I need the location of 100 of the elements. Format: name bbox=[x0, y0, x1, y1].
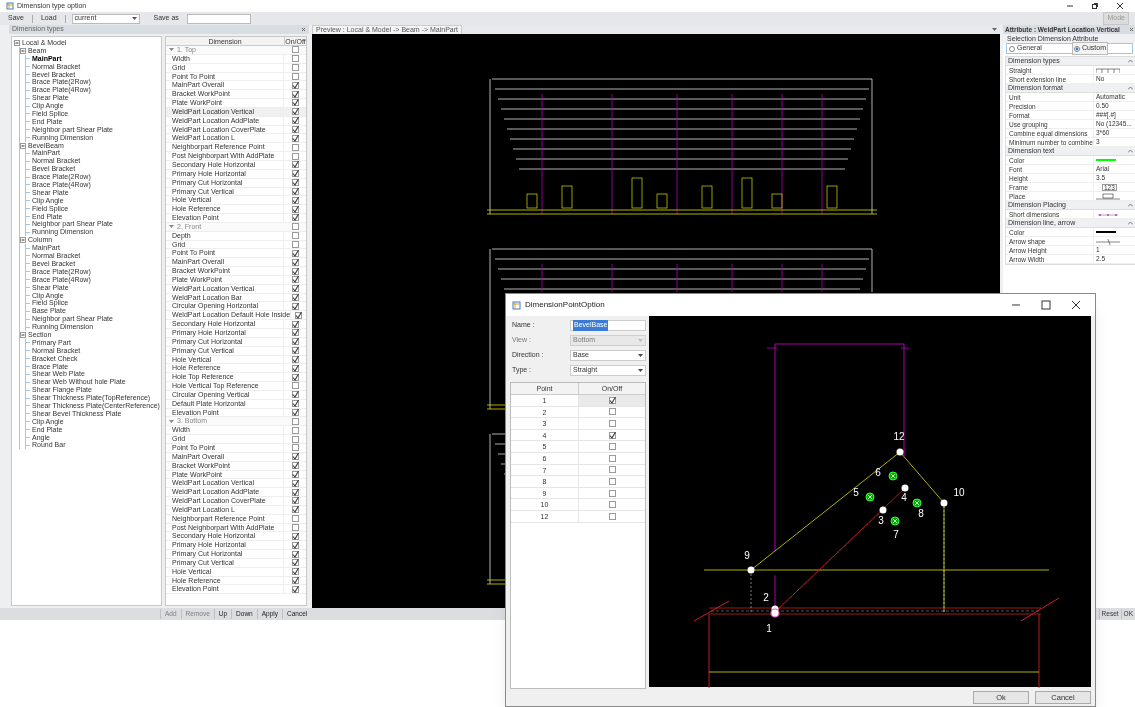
checkbox[interactable] bbox=[608, 431, 616, 439]
caret-icon bbox=[638, 368, 643, 373]
checkbox[interactable] bbox=[291, 453, 299, 461]
point-marker-icon bbox=[912, 498, 922, 508]
checkbox[interactable] bbox=[291, 267, 299, 275]
checkbox[interactable] bbox=[291, 479, 299, 487]
checkbox[interactable] bbox=[291, 364, 299, 372]
checkbox[interactable] bbox=[291, 223, 299, 231]
checkbox[interactable] bbox=[291, 488, 299, 496]
checkbox[interactable] bbox=[291, 338, 299, 346]
checkbox[interactable] bbox=[291, 470, 299, 478]
close-icon bbox=[1117, 3, 1123, 9]
checkbox[interactable] bbox=[291, 400, 299, 408]
checkbox[interactable] bbox=[291, 391, 299, 399]
collapse-icon[interactable] bbox=[20, 47, 26, 54]
checkbox[interactable] bbox=[608, 466, 616, 474]
checkbox[interactable] bbox=[608, 477, 616, 485]
checkbox[interactable] bbox=[291, 161, 299, 169]
checkbox[interactable] bbox=[291, 99, 299, 107]
point-label: 1 bbox=[766, 623, 772, 634]
checkbox[interactable] bbox=[291, 232, 299, 240]
collapse-icon[interactable] bbox=[20, 331, 26, 338]
point-marker-icon bbox=[879, 506, 887, 514]
checkbox[interactable] bbox=[291, 152, 299, 160]
minimize-icon bbox=[1067, 5, 1073, 7]
point-label: 5 bbox=[853, 487, 859, 498]
checkbox[interactable] bbox=[291, 524, 299, 531]
checkbox[interactable] bbox=[291, 276, 299, 284]
checkbox[interactable] bbox=[608, 501, 616, 509]
checkbox[interactable] bbox=[291, 541, 299, 549]
checkbox[interactable] bbox=[291, 373, 299, 381]
checkbox[interactable] bbox=[291, 55, 299, 63]
checkbox[interactable] bbox=[291, 90, 299, 98]
checkbox[interactable] bbox=[291, 462, 299, 470]
arrow-shape-icon bbox=[1096, 237, 1120, 245]
checkbox[interactable] bbox=[291, 329, 299, 337]
checkbox[interactable] bbox=[291, 302, 299, 310]
checkbox[interactable] bbox=[291, 568, 299, 576]
caret-icon bbox=[638, 353, 643, 358]
checkbox[interactable] bbox=[291, 285, 299, 293]
checkbox[interactable] bbox=[291, 320, 299, 328]
checkbox[interactable] bbox=[291, 497, 299, 505]
checkbox[interactable] bbox=[291, 435, 299, 443]
checkbox[interactable] bbox=[291, 46, 299, 54]
checkbox[interactable] bbox=[291, 170, 299, 178]
checkbox[interactable] bbox=[608, 408, 616, 416]
checkbox[interactable] bbox=[291, 179, 299, 187]
checkbox[interactable] bbox=[295, 311, 303, 319]
point-label: 4 bbox=[901, 492, 907, 503]
checkbox[interactable] bbox=[608, 396, 616, 404]
checkbox[interactable] bbox=[291, 64, 299, 72]
checkbox[interactable] bbox=[291, 532, 299, 540]
point-label: 6 bbox=[875, 467, 881, 478]
collapse-icon[interactable] bbox=[20, 237, 26, 244]
point-label: 2 bbox=[763, 592, 769, 603]
checkbox[interactable] bbox=[291, 409, 299, 416]
checkbox[interactable] bbox=[291, 187, 299, 195]
checkbox[interactable] bbox=[291, 134, 299, 142]
checkbox[interactable] bbox=[291, 506, 299, 514]
checkbox[interactable] bbox=[291, 355, 299, 363]
checkbox[interactable] bbox=[608, 489, 616, 497]
checkbox[interactable] bbox=[291, 205, 299, 213]
expand-arrow-icon[interactable] bbox=[169, 47, 174, 53]
checkbox[interactable] bbox=[608, 512, 616, 520]
checkbox[interactable] bbox=[291, 214, 299, 222]
checkbox[interactable] bbox=[291, 417, 299, 425]
checkbox[interactable] bbox=[291, 126, 299, 133]
checkbox[interactable] bbox=[291, 72, 299, 80]
checkbox[interactable] bbox=[291, 258, 299, 266]
checkbox[interactable] bbox=[291, 347, 299, 355]
onoff-cell[interactable] bbox=[579, 395, 645, 406]
checkbox[interactable] bbox=[291, 196, 299, 204]
dropdown-arrow-icon bbox=[992, 27, 998, 32]
collapse-icon[interactable] bbox=[20, 142, 26, 149]
checkbox[interactable] bbox=[291, 559, 299, 567]
app-icon bbox=[6, 2, 14, 10]
checkbox[interactable] bbox=[291, 143, 299, 151]
checkbox[interactable] bbox=[291, 515, 299, 523]
save-as-field[interactable] bbox=[186, 13, 251, 24]
expand-arrow-icon[interactable] bbox=[169, 418, 174, 424]
checkbox[interactable] bbox=[291, 249, 299, 257]
checkbox[interactable] bbox=[608, 454, 616, 462]
checkbox[interactable] bbox=[291, 294, 299, 302]
checkbox[interactable] bbox=[291, 550, 299, 558]
checkbox[interactable] bbox=[291, 241, 299, 248]
point-marker-icon bbox=[940, 499, 948, 507]
checkbox[interactable] bbox=[608, 420, 616, 427]
expand-arrow-icon[interactable] bbox=[169, 224, 174, 230]
checkbox[interactable] bbox=[291, 81, 299, 89]
checkbox[interactable] bbox=[291, 585, 299, 593]
checkbox[interactable] bbox=[291, 108, 299, 116]
checkbox[interactable] bbox=[608, 443, 616, 451]
collapse-icon[interactable] bbox=[14, 39, 20, 46]
checkbox[interactable] bbox=[291, 117, 299, 125]
checkbox[interactable] bbox=[291, 382, 299, 390]
checkbox[interactable] bbox=[291, 426, 299, 434]
caret-icon bbox=[638, 338, 643, 343]
point-label: 3 bbox=[878, 515, 884, 526]
checkbox[interactable] bbox=[291, 577, 299, 585]
checkbox[interactable] bbox=[291, 444, 299, 452]
